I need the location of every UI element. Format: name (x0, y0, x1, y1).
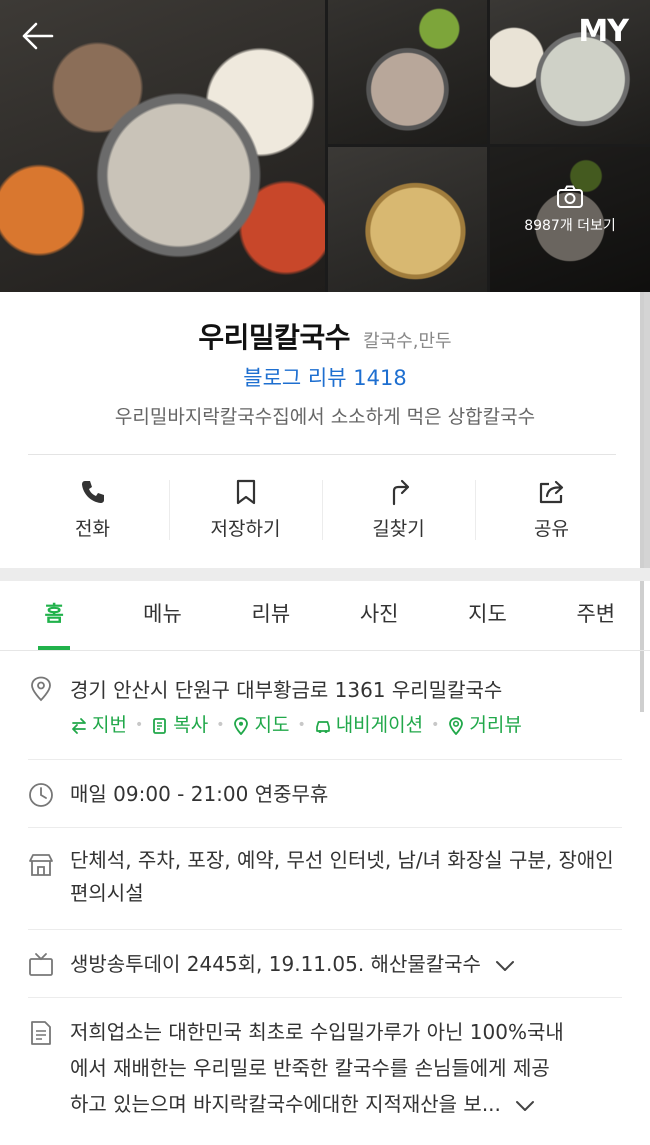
section-gap (0, 568, 650, 581)
store-icon (29, 854, 53, 876)
hours-text: 매일 09:00 - 21:00 연중무휴 (70, 782, 329, 806)
map-label: 지도 (254, 714, 290, 736)
copy-label: 복사 (173, 714, 209, 736)
bookmark-icon (236, 479, 255, 505)
separator-dot: • (216, 717, 225, 733)
back-arrow-icon[interactable] (18, 16, 58, 56)
streetview-icon (449, 716, 464, 735)
my-button[interactable]: MY (578, 14, 629, 49)
place-category: 칼국수,만두 (363, 331, 452, 352)
tv-row[interactable]: 생방송투데이 2445회, 19.11.05. 해산물칼국수 (28, 930, 622, 998)
facilities-text: 단체석, 주차, 포장, 예약, 무선 인터넷, 남/녀 화장실 구분, 장애인… (70, 848, 614, 905)
tab-bar: 홈 메뉴 리뷰 사진 지도 주변 (0, 581, 650, 651)
separator-dot: • (431, 717, 440, 733)
tab-nearby[interactable]: 주변 (542, 581, 650, 650)
intro-line: 저희업소는 대한민국 최초로 수입밀가루가 아닌 100%국내 (70, 1020, 564, 1044)
place-description: 우리밀바지락칼국수집에서 소소하게 먹은 상합칼국수 (114, 406, 536, 428)
thumbnail-photo[interactable] (328, 147, 487, 292)
address-row: 경기 안산시 단원구 대부황금로 1361 우리밀칼국수 지번 • 복사 • 지… (28, 652, 622, 760)
clock-icon (29, 783, 53, 807)
document-icon (31, 1021, 51, 1045)
navigation-label: 내비게이션 (335, 714, 424, 736)
camera-icon (557, 185, 583, 208)
location-pin-icon (31, 676, 51, 702)
car-icon (315, 720, 330, 733)
call-button[interactable]: 전화 (16, 478, 169, 548)
title-row: 우리밀칼국수 칼국수,만두 (0, 316, 650, 356)
blog-review-link[interactable]: 블로그 리뷰 1418 (0, 362, 650, 392)
more-photos-button[interactable]: 8987개 더보기 (490, 185, 650, 235)
directions-label: 길찾기 (372, 518, 425, 540)
call-label: 전화 (75, 518, 110, 540)
more-photos-label: 8987개 더보기 (524, 218, 616, 234)
intro-line: 하고 있는으며 바지락칼국수에대한 지적재산을 보... (70, 1092, 501, 1116)
directions-icon (392, 479, 409, 506)
intro-row[interactable]: 저희업소는 대한민국 최초로 수입밀가루가 아닌 100%국내 에서 재배한는 … (28, 998, 622, 1145)
tab-review[interactable]: 리뷰 (217, 581, 325, 650)
tab-photo[interactable]: 사진 (325, 581, 433, 650)
chevron-down-icon[interactable] (495, 959, 515, 973)
navigation-link[interactable]: 내비게이션 (314, 709, 423, 742)
divider (28, 454, 616, 455)
copy-icon (153, 717, 167, 734)
place-summary: 우리밀칼국수 칼국수,만두 블로그 리뷰 1418 우리밀바지락칼국수집에서 소… (0, 292, 650, 712)
copy-link[interactable]: 복사 (151, 709, 208, 742)
map-link[interactable]: 지도 (232, 709, 289, 742)
place-name: 우리밀칼국수 (198, 321, 350, 354)
streetview-link[interactable]: 거리뷰 (447, 709, 522, 742)
separator-dot: • (134, 717, 144, 733)
separator-dot: • (297, 717, 306, 733)
jibun-label: 지번 (92, 714, 127, 736)
hours-row: 매일 09:00 - 21:00 연중무휴 (28, 760, 622, 828)
save-label: 저장하기 (210, 518, 281, 540)
save-button[interactable]: 저장하기 (169, 478, 322, 548)
phone-icon (81, 481, 104, 503)
intro-line: 에서 재배한는 우리밀로 반죽한 칼국수를 손님들에게 제공 (70, 1056, 550, 1080)
tv-icon (29, 953, 53, 976)
thumbnail-photo[interactable] (328, 0, 487, 144)
share-icon (539, 480, 563, 504)
address-links: 지번 • 복사 • 지도 • 내비게이션 • 거리뷰 (70, 709, 622, 742)
pin-icon (234, 716, 249, 735)
share-button[interactable]: 공유 (475, 478, 628, 548)
streetview-label: 거리뷰 (469, 714, 522, 736)
action-bar: 전화 저장하기 길찾기 공유 (16, 478, 628, 548)
chevron-down-icon[interactable] (515, 1099, 535, 1113)
share-label: 공유 (534, 518, 569, 540)
photo-gallery[interactable]: 8987개 더보기 MY (0, 0, 650, 292)
directions-button[interactable]: 길찾기 (322, 478, 475, 548)
address-text: 경기 안산시 단원구 대부황금로 1361 우리밀칼국수 (70, 678, 503, 702)
tv-text: 생방송투데이 2445회, 19.11.05. 해산물칼국수 (70, 952, 481, 976)
jibun-link[interactable]: 지번 (70, 709, 127, 742)
facilities-row: 단체석, 주차, 포장, 예약, 무선 인터넷, 남/녀 화장실 구분, 장애인… (28, 828, 622, 930)
tab-menu[interactable]: 메뉴 (108, 581, 216, 650)
swap-icon (72, 717, 86, 734)
tab-map[interactable]: 지도 (433, 581, 541, 650)
tab-home[interactable]: 홈 (0, 581, 108, 650)
